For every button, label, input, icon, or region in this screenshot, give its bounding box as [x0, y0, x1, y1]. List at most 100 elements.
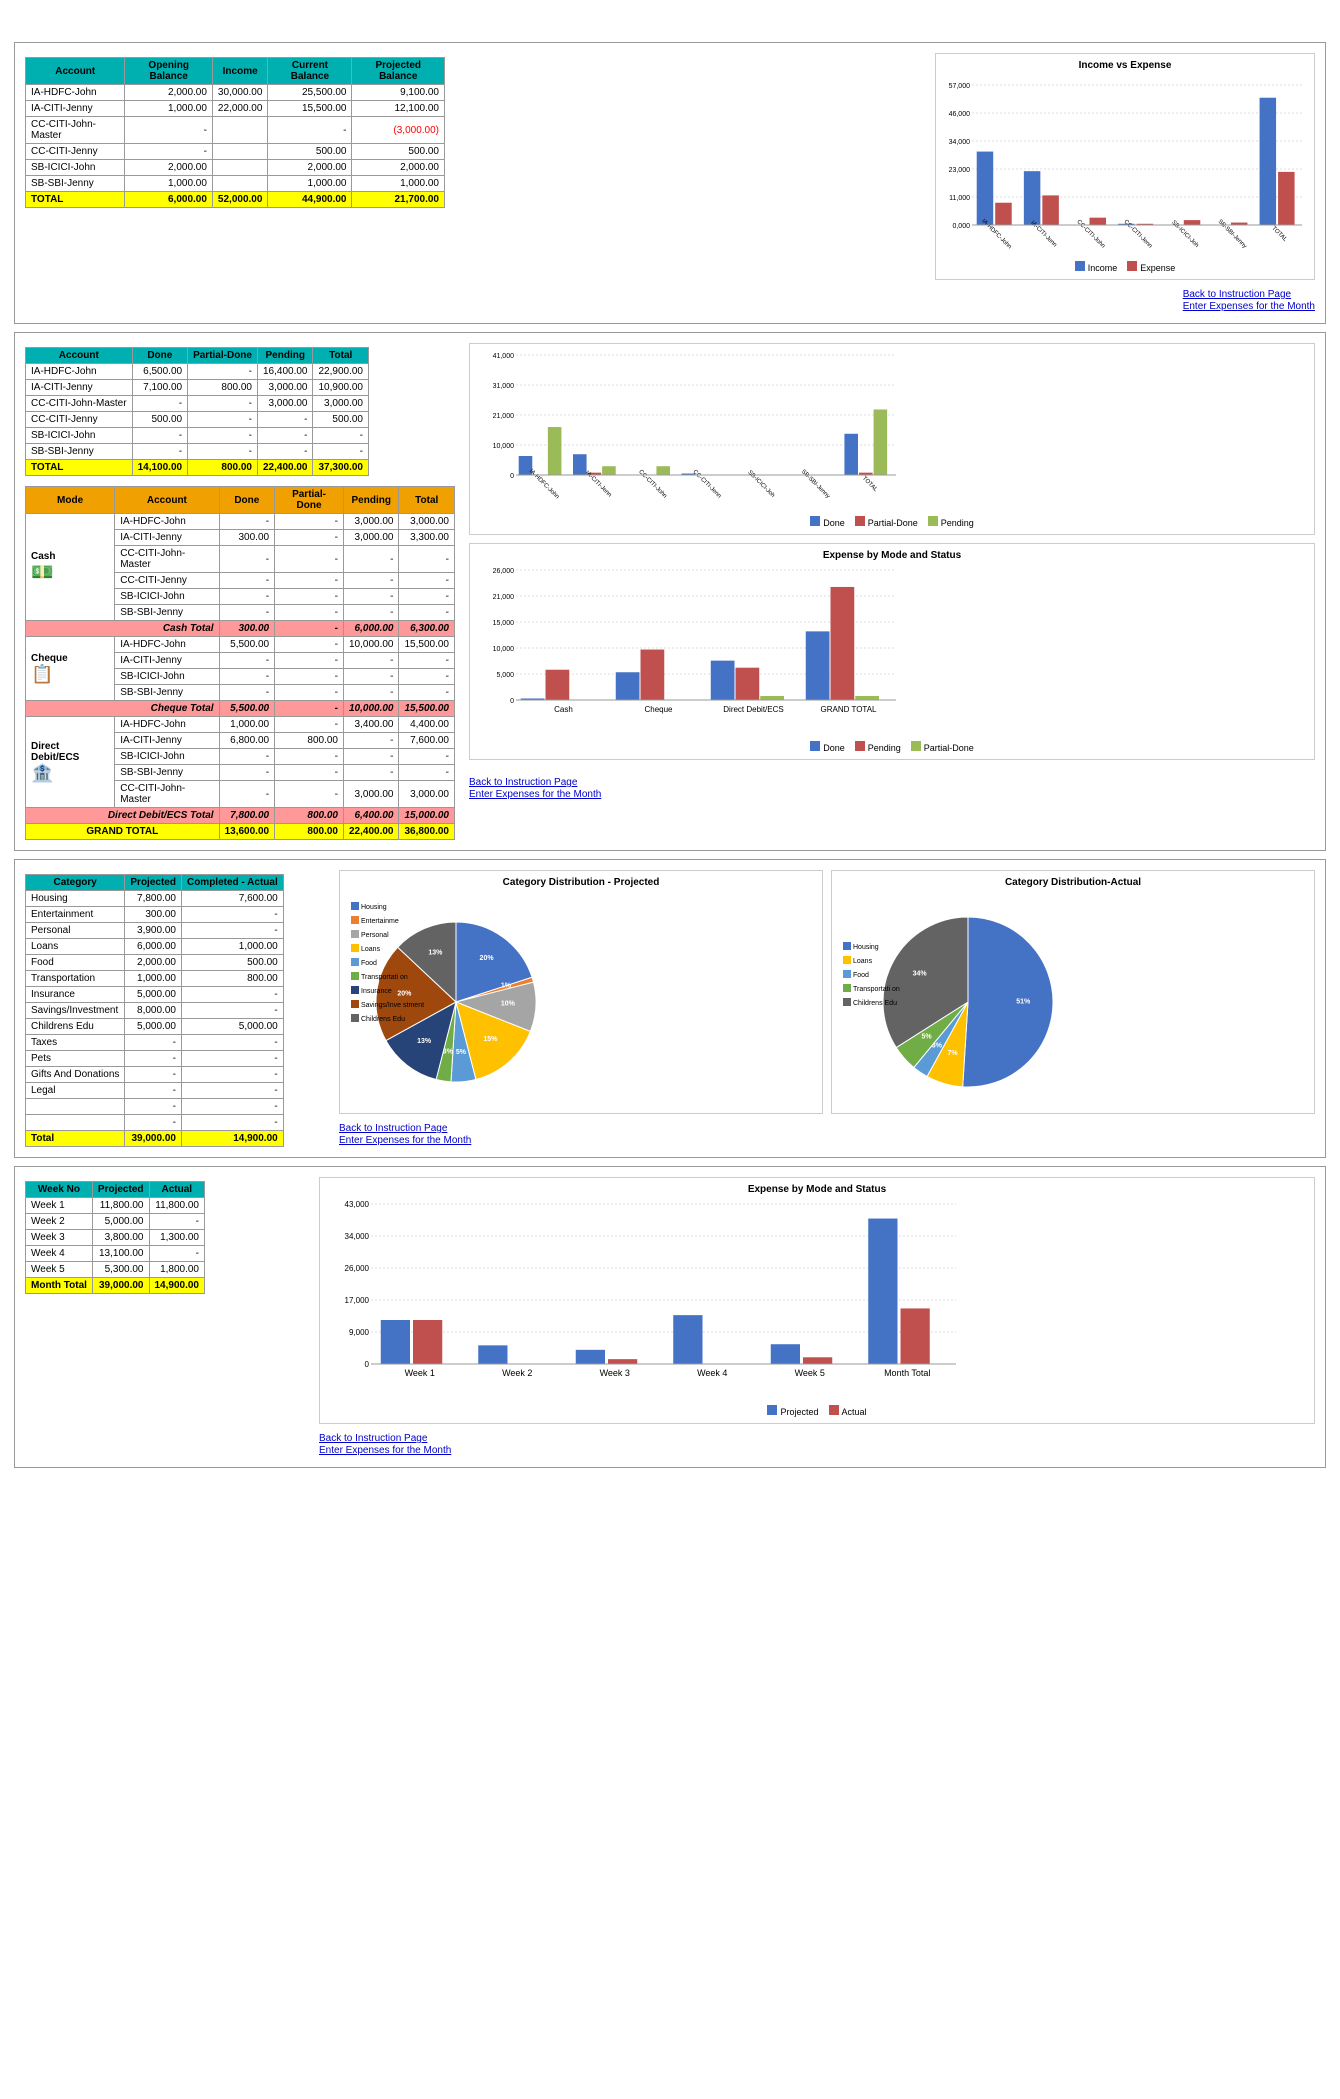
- bh-mode: Mode: [26, 487, 115, 514]
- svg-text:9,000: 9,000: [349, 1328, 370, 1337]
- col-account: Account: [26, 58, 125, 85]
- svg-text:Cheque: Cheque: [644, 705, 673, 714]
- svg-text:15%: 15%: [483, 1036, 498, 1043]
- svg-text:11,000: 11,000: [949, 195, 970, 202]
- expense-mode-chart-box: Expense by Mode and Status 05,00010,0001…: [469, 543, 1315, 760]
- table-row: Transportation1,000.00800.00: [26, 971, 284, 987]
- weekly-chart: 09,00017,00026,00034,00043,000Week 1Week…: [326, 1199, 976, 1399]
- payments-table: Account Done Partial-Done Pending Total …: [25, 347, 369, 476]
- summary-table-area: Account Opening Balance Income Current B…: [25, 53, 445, 313]
- svg-text:Housing: Housing: [853, 944, 879, 951]
- table-row: Loans6,000.001,000.00: [26, 939, 284, 955]
- section-weekly: Week No Projected Actual Week 111,800.00…: [14, 1166, 1326, 1468]
- ph-account: Account: [26, 348, 133, 364]
- bh-pending: Pending: [343, 487, 399, 514]
- svg-text:TOTAL: TOTAL: [1270, 226, 1288, 244]
- svg-text:41,000: 41,000: [493, 353, 515, 360]
- total-row: TOTAL14,100.00800.0022,400.0037,300.00: [26, 460, 369, 476]
- svg-text:0,000: 0,000: [952, 223, 970, 230]
- table-row: Taxes--: [26, 1035, 284, 1051]
- col-income: Income: [212, 58, 268, 85]
- total-row: Total39,000.0014,900.00: [26, 1131, 284, 1147]
- bh-done: Done: [219, 487, 275, 514]
- svg-text:CC-CITI-Jenn: CC-CITI-Jenn: [1122, 219, 1152, 249]
- section-distribution: Category Projected Completed - Actual Ho…: [14, 859, 1326, 1158]
- enter-expenses-link-2[interactable]: Enter Expenses for the Month: [469, 789, 1315, 800]
- back-instruction-link-3[interactable]: Back to Instruction Page: [339, 1123, 1315, 1134]
- dh-actual: Completed - Actual: [181, 875, 283, 891]
- weekly-chart-box: Expense by Mode and Status 0 9,000 17,000 2…: [319, 1177, 1315, 1424]
- table-row: Pets--: [26, 1051, 284, 1067]
- enter-expenses-link-4[interactable]: Enter Expenses for the Month: [319, 1445, 1315, 1456]
- wh-week: Week No: [26, 1182, 93, 1198]
- svg-text:5,000: 5,000: [496, 672, 514, 679]
- svg-text:Week 1: Week 1: [405, 1368, 435, 1378]
- svg-text:0: 0: [365, 1360, 370, 1369]
- ph-pending: Pending: [257, 348, 313, 364]
- svg-text:Food: Food: [361, 960, 377, 967]
- back-instruction-link-1[interactable]: Back to Instruction Page: [1183, 289, 1315, 300]
- bh-total: Total: [399, 487, 455, 514]
- ph-done: Done: [132, 348, 188, 364]
- svg-text:Personal: Personal: [361, 932, 389, 939]
- actual-pie-box: Category Distribution-Actual 51%7%3%5%34…: [831, 870, 1315, 1114]
- svg-text:Direct Debit/ECS: Direct Debit/ECS: [723, 705, 783, 714]
- table-row: SB-SBI-Jenny1,000.001,000.001,000.00: [26, 176, 445, 192]
- legend-expense: Expense: [1127, 261, 1175, 273]
- svg-text:3%: 3%: [443, 1048, 454, 1055]
- table-row: Week 55,300.001,800.00: [26, 1262, 205, 1278]
- table-row: Personal3,900.00-: [26, 923, 284, 939]
- svg-text:Transportati on: Transportati on: [853, 986, 900, 993]
- subtotal-row: Cheque Total5,500.00-10,000.0015,500.00: [26, 701, 455, 717]
- dh-cat: Category: [26, 875, 125, 891]
- table-row: Food2,000.00500.00: [26, 955, 284, 971]
- svg-text:Week 2: Week 2: [502, 1368, 532, 1378]
- back-instruction-link-4[interactable]: Back to Instruction Page: [319, 1433, 1315, 1444]
- section1-links: Back to Instruction Page Enter Expenses …: [1183, 288, 1315, 313]
- col-opening: Opening Balance: [125, 58, 212, 85]
- svg-text:Childrens Edu: Childrens Edu: [853, 1000, 897, 1007]
- weekly-chart-title: Expense by Mode and Status: [326, 1184, 1308, 1195]
- back-instruction-link-2[interactable]: Back to Instruction Page: [469, 777, 1315, 788]
- svg-text:GRAND TOTAL: GRAND TOTAL: [820, 705, 877, 714]
- distribution-charts-area: Category Distribution - Projected 20%1%1…: [339, 870, 1315, 1147]
- svg-text:Insurance: Insurance: [361, 988, 392, 995]
- table-row: Legal--: [26, 1083, 284, 1099]
- enter-expenses-link-3[interactable]: Enter Expenses for the Month: [339, 1135, 1315, 1146]
- legend-income: Income: [1075, 261, 1118, 273]
- svg-text:Entertainme: Entertainme: [361, 918, 399, 925]
- payments-table-area: Account Done Partial-Done Pending Total …: [25, 343, 455, 840]
- svg-text:Cash: Cash: [554, 705, 573, 714]
- payments-status-chart: 010,00021,00031,00041,000IA-HDFC-JohnIA-…: [476, 350, 906, 510]
- section-payments: Account Done Partial-Done Pending Total …: [14, 332, 1326, 851]
- expense-mode-chart: 05,00010,00015,00021,00026,000CashCheque…: [476, 565, 906, 735]
- svg-text:15,000: 15,000: [493, 620, 515, 627]
- svg-text:Month Total: Month Total: [884, 1368, 930, 1378]
- distribution-table: Category Projected Completed - Actual Ho…: [25, 874, 284, 1147]
- svg-text:CC-CITI-Jenn: CC-CITI-Jenn: [691, 469, 721, 499]
- svg-text:13%: 13%: [428, 949, 443, 956]
- svg-text:51%: 51%: [1016, 999, 1031, 1006]
- weekly-table: Week No Projected Actual Week 111,800.00…: [25, 1181, 205, 1294]
- svg-text:26,000: 26,000: [345, 1264, 370, 1273]
- svg-text:Week 4: Week 4: [697, 1368, 727, 1378]
- total-row: Month Total39,000.0014,900.00: [26, 1278, 205, 1294]
- enter-expenses-link-1[interactable]: Enter Expenses for the Month: [1183, 301, 1315, 312]
- page-title: [0, 0, 1340, 34]
- svg-text:Week 3: Week 3: [600, 1368, 630, 1378]
- svg-text:Housing: Housing: [361, 904, 387, 911]
- income-expense-chart: 0,00011,00023,00034,00046,00057,000IA-HD…: [942, 75, 1312, 255]
- svg-text:17,000: 17,000: [345, 1296, 370, 1305]
- table-row: SB-ICICI-John2,000.002,000.002,000.00: [26, 160, 445, 176]
- svg-text:Loans: Loans: [853, 958, 873, 965]
- table-row: Cash💵IA-HDFC-John--3,000.003,000.00: [26, 514, 455, 530]
- table-row: Entertainment300.00-: [26, 907, 284, 923]
- table-row: CC-CITI-John-Master--(3,000.00): [26, 117, 445, 144]
- summary-chart-area: Income vs Expense 0,00011,00023,00034,00…: [459, 53, 1315, 313]
- svg-text:23,000: 23,000: [949, 167, 971, 174]
- table-row: Savings/Investment8,000.00-: [26, 1003, 284, 1019]
- svg-text:Savings/Inve stment: Savings/Inve stment: [361, 1002, 424, 1009]
- table-row: CC-CITI-Jenny-500.00500.00: [26, 144, 445, 160]
- svg-text:0: 0: [510, 698, 514, 705]
- actual-pie-title: Category Distribution-Actual: [838, 877, 1308, 888]
